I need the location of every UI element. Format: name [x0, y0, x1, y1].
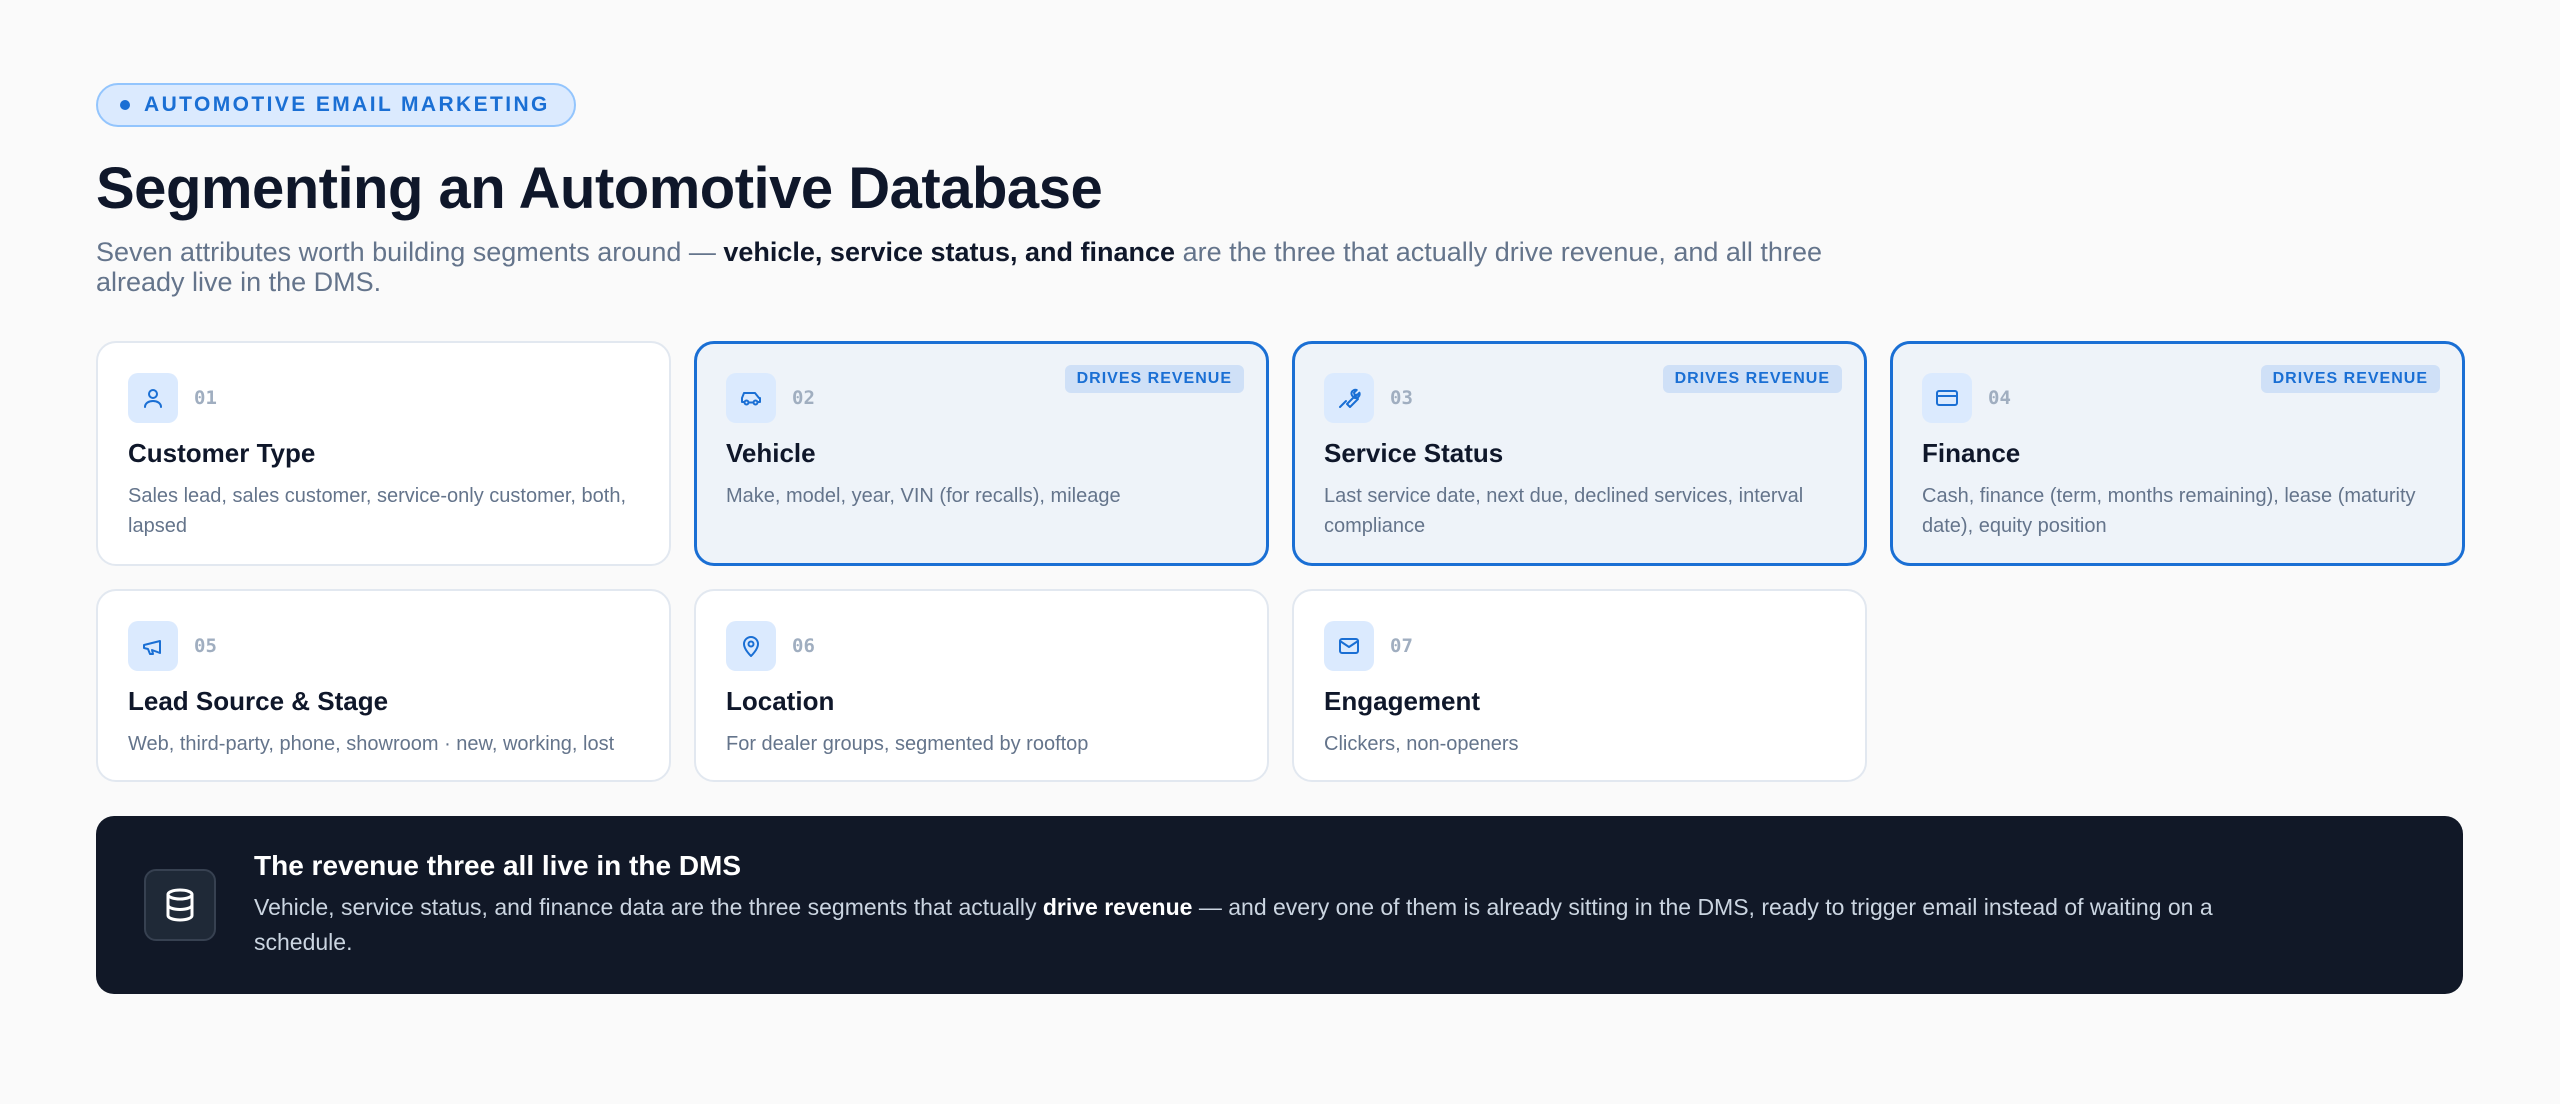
banner-title: The revenue three all live in the DMS [254, 850, 742, 881]
page-title: Segmenting an Automotive Database [96, 156, 1103, 221]
megaphone-icon [128, 621, 178, 671]
eyebrow-label: AUTOMOTIVE EMAIL MARKETING [144, 93, 550, 116]
card-number: 02 [792, 387, 815, 409]
card-number: 01 [194, 387, 217, 409]
subtitle-text-before: Seven attributes worth building segments… [96, 236, 724, 267]
dot-icon [120, 100, 130, 110]
card-description: Cash, finance (term, months remaining), … [1922, 485, 2416, 537]
card-description: Clickers, non-openers [1324, 733, 1519, 755]
wrench-icon [1324, 373, 1374, 423]
card-header: 01 [128, 373, 639, 423]
card-number: 05 [194, 635, 217, 657]
segment-card-location: 06 Location For dealer groups, segmented… [694, 589, 1269, 782]
card-number: 06 [792, 635, 815, 657]
card-title: Engagement [1324, 686, 1481, 716]
dms-callout-banner: The revenue three all live in the DMS Ve… [96, 816, 2463, 994]
eyebrow-pill: AUTOMOTIVE EMAIL MARKETING [96, 83, 576, 127]
card-description: Last service date, next due, declined se… [1324, 485, 1804, 537]
mail-icon [1324, 621, 1374, 671]
card-description: Make, model, year, VIN (for recalls), mi… [726, 485, 1121, 507]
card-description: Web, third-party, phone, showroom · new,… [128, 733, 615, 755]
drives-revenue-badge: DRIVES REVENUE [1662, 365, 1842, 393]
card-header: 07 [1324, 621, 1835, 671]
card-title: Location [726, 686, 835, 716]
drives-revenue-badge: DRIVES REVENUE [2260, 365, 2440, 393]
banner-body: Vehicle, service status, and finance dat… [254, 890, 2244, 960]
segment-card-finance: DRIVES REVENUE 04 Finance Cash, finance … [1890, 341, 2465, 566]
subtitle-emphasis: vehicle, service status, and finance [723, 236, 1176, 267]
credit-card-icon [1922, 373, 1972, 423]
car-icon [726, 373, 776, 423]
map-pin-icon [726, 621, 776, 671]
card-description: For dealer groups, segmented by rooftop [726, 733, 1089, 755]
card-description: Sales lead, sales customer, service-only… [128, 485, 627, 537]
card-title: Customer Type [128, 438, 316, 468]
segment-card-lead-source: 05 Lead Source & Stage Web, third-party,… [96, 589, 671, 782]
page-subtitle: Seven attributes worth building segments… [96, 237, 1876, 297]
segment-grid: 01 Customer Type Sales lead, sales custo… [96, 341, 2465, 782]
user-icon [128, 373, 178, 423]
banner-body-before: Vehicle, service status, and finance dat… [254, 894, 1043, 920]
segment-card-engagement: 07 Engagement Clickers, non-openers [1292, 589, 1867, 782]
card-number: 03 [1390, 387, 1413, 409]
page: AUTOMOTIVE EMAIL MARKETING Segmenting an… [0, 0, 2560, 994]
segment-card-service-status: DRIVES REVENUE 03 Service Status Last se… [1292, 341, 1867, 566]
segment-card-customer-type: 01 Customer Type Sales lead, sales custo… [96, 341, 671, 566]
segment-card-vehicle: DRIVES REVENUE 02 Vehicle Make, model, y… [694, 341, 1269, 566]
card-title: Service Status [1324, 438, 1504, 468]
card-title: Vehicle [726, 438, 816, 468]
drives-revenue-badge: DRIVES REVENUE [1064, 365, 1244, 393]
banner-text: The revenue three all live in the DMS Ve… [254, 850, 2244, 960]
card-title: Finance [1922, 438, 2021, 468]
card-header: 06 [726, 621, 1237, 671]
card-title: Lead Source & Stage [128, 686, 389, 716]
card-header: 05 [128, 621, 639, 671]
card-number: 04 [1988, 387, 2011, 409]
database-icon [144, 869, 216, 941]
card-number: 07 [1390, 635, 1413, 657]
banner-body-emphasis: drive revenue [1042, 894, 1193, 920]
